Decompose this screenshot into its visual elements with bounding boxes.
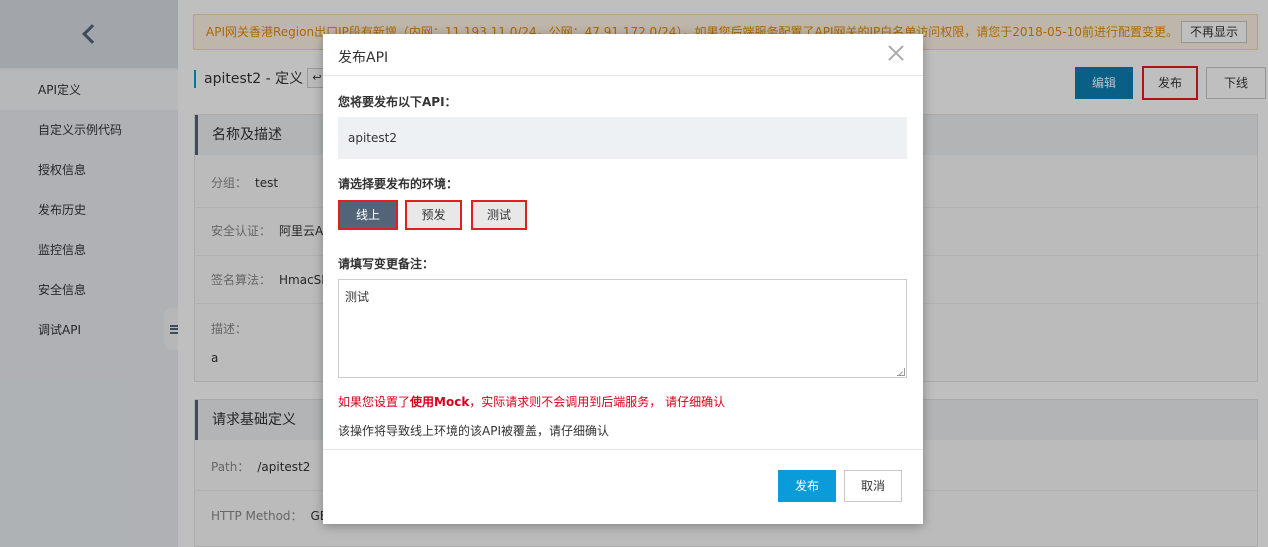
env-online-button[interactable]: 线上 <box>338 200 398 230</box>
overwrite-info: 该操作将导致线上环境的该API被覆盖，请仔细确认 <box>338 424 609 438</box>
api-name-display: apitest2 <box>338 117 907 159</box>
remark-label: 请填写变更备注： <box>338 257 435 271</box>
confirm-publish-button[interactable]: 发布 <box>778 470 836 502</box>
env-pre-button[interactable]: 预发 <box>405 200 462 230</box>
resize-handle-icon[interactable] <box>897 368 905 376</box>
cancel-button[interactable]: 取消 <box>844 470 902 502</box>
divider <box>323 449 923 450</box>
dialog-title: 发布API <box>338 50 389 66</box>
publish-api-dialog: 发布API 您将要发布以下API： apitest2 请选择要发布的环境： 线上… <box>323 34 923 524</box>
close-icon[interactable] <box>887 44 905 62</box>
env-test-button[interactable]: 测试 <box>471 200 527 230</box>
remark-text: 测试 <box>345 290 370 304</box>
mock-warning: 如果您设置了使用Mock，实际请求则不会调用到后端服务， 请仔细确认 <box>338 395 726 409</box>
api-label: 您将要发布以下API： <box>338 95 457 109</box>
dialog-header: 发布API <box>323 34 923 76</box>
env-label: 请选择要发布的环境： <box>338 177 459 191</box>
remark-textarea[interactable]: 测试 <box>338 279 907 378</box>
